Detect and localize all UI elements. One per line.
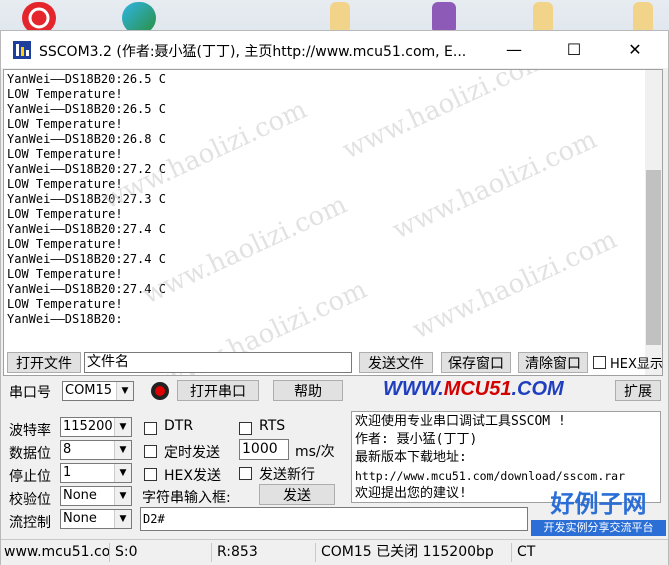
- save-window-button[interactable]: 保存窗口: [441, 352, 511, 373]
- status-cts: CT: [517, 544, 536, 560]
- receive-line: LOW Temperature!: [7, 177, 123, 191]
- sscom-app-icon: [13, 41, 31, 59]
- rts-checkbox[interactable]: [239, 422, 252, 435]
- hex-display-label: HEX显示: [610, 357, 663, 372]
- maximize-button[interactable]: ☐: [552, 31, 596, 68]
- data-bits-label: 数据位: [9, 446, 51, 462]
- chevron-down-icon: ▼: [114, 418, 131, 436]
- status-bar: www.mcu51.cor S:0 R:853 COM15 已关闭 115200…: [1, 539, 668, 565]
- input-label: 字符串输入框:: [142, 490, 231, 506]
- data-bits-value: 8: [63, 442, 72, 457]
- receive-line: YanWei——DS18B20:: [7, 312, 123, 326]
- receive-line: YanWei——DS18B20:26.5 C: [7, 72, 166, 86]
- baud-value: 115200: [63, 419, 113, 434]
- status-received: R:853: [214, 543, 316, 562]
- info-line: 作者: 聂小猛(丁丁): [355, 432, 478, 447]
- status-sent: S:0: [112, 543, 212, 562]
- info-line: 欢迎使用专业串口调试工具SSCOM !: [355, 414, 566, 429]
- clear-window-button[interactable]: 清除窗口: [518, 352, 588, 373]
- receive-line: YanWei——DS18B20:27.2 C: [7, 162, 166, 176]
- port-label: 串口号: [9, 385, 51, 401]
- parity-value: None: [63, 488, 97, 503]
- receive-line: LOW Temperature!: [7, 267, 123, 281]
- info-line: 最新版本下载地址:: [355, 450, 467, 465]
- data-bits-select[interactable]: 8 ▼: [60, 440, 132, 460]
- baud-label: 波特率: [9, 423, 51, 439]
- window-title: SSCOM3.2 (作者:聂小猛(丁丁), 主页http://www.mcu51…: [39, 44, 467, 60]
- chevron-down-icon: ▼: [114, 441, 131, 459]
- receive-line: LOW Temperature!: [7, 147, 123, 161]
- receive-line: LOW Temperature!: [7, 297, 123, 311]
- baud-select[interactable]: 115200 ▼: [60, 417, 132, 437]
- scrollbar-thumb[interactable]: [646, 170, 661, 345]
- hex-display-checkbox[interactable]: [593, 356, 606, 369]
- receive-line: LOW Temperature!: [7, 87, 123, 101]
- parity-label: 校验位: [9, 492, 51, 508]
- receive-line: YanWei——DS18B20:27.4 C: [7, 282, 166, 296]
- send-button[interactable]: 发送: [259, 484, 335, 505]
- receive-line: YanWei——DS18B20:27.4 C: [7, 252, 166, 266]
- timed-send-checkbox[interactable]: [144, 445, 157, 458]
- stop-bits-value: 1: [63, 465, 72, 480]
- dtr-label: DTR: [164, 418, 194, 434]
- stop-bits-label: 停止位: [9, 469, 51, 485]
- flow-control-value: None: [63, 511, 97, 526]
- site-logo: 好例子网 开发实例分享交流平台: [528, 484, 669, 540]
- brand-name: MCU51: [443, 378, 512, 400]
- title-bar[interactable]: SSCOM3.2 (作者:聂小猛(丁丁), 主页http://www.mcu51…: [1, 31, 668, 68]
- flow-control-label: 流控制: [9, 515, 51, 531]
- brand-suffix: .COM: [511, 378, 564, 400]
- send-newline-label: 发送新行: [259, 467, 315, 483]
- flow-control-select[interactable]: None ▼: [60, 509, 132, 529]
- receive-line: LOW Temperature!: [7, 117, 123, 131]
- receive-line: YanWei——DS18B20:26.5 C: [7, 102, 166, 116]
- open-port-button[interactable]: 打开串口: [177, 380, 259, 401]
- site-logo-subtitle: 开发实例分享交流平台: [531, 520, 666, 536]
- receive-line: LOW Temperature!: [7, 207, 123, 221]
- chevron-down-icon: ▼: [114, 464, 131, 482]
- receive-line: YanWei——DS18B20:26.8 C: [7, 132, 166, 146]
- expand-button[interactable]: 扩展: [615, 380, 661, 401]
- timed-send-label: 定时发送: [164, 445, 220, 461]
- interval-unit-label: ms/次: [295, 444, 335, 460]
- open-file-button[interactable]: 打开文件: [7, 352, 81, 373]
- send-file-button[interactable]: 发送文件: [359, 352, 433, 373]
- status-site: www.mcu51.cor: [1, 543, 110, 562]
- port-status-indicator-icon: [151, 382, 169, 400]
- send-input[interactable]: D2#: [140, 507, 528, 531]
- minimize-button[interactable]: —: [492, 31, 536, 68]
- brand-link[interactable]: WWW.MCU51.COM: [383, 378, 564, 401]
- file-name-field[interactable]: 文件名: [84, 352, 352, 373]
- hex-send-checkbox[interactable]: [144, 468, 157, 481]
- dtr-checkbox[interactable]: [144, 422, 157, 435]
- help-button[interactable]: 帮助: [273, 380, 343, 401]
- receive-line: YanWei——DS18B20:27.4 C: [7, 222, 166, 236]
- chevron-down-icon: ▼: [114, 510, 131, 528]
- vertical-scrollbar[interactable]: [645, 70, 662, 375]
- site-logo-title: 好例子网: [550, 489, 647, 518]
- port-value: COM15: [65, 383, 113, 398]
- receive-line: LOW Temperature!: [7, 237, 123, 251]
- port-select[interactable]: COM15 ▼: [62, 381, 134, 401]
- info-link[interactable]: http://www.mcu51.com/download/sscom.rar: [355, 467, 657, 485]
- parity-select[interactable]: None ▼: [60, 486, 132, 506]
- receive-text: YanWei——DS18B20:26.5 C LOW Temperature! Ya…: [4, 70, 662, 329]
- receive-area[interactable]: YanWei——DS18B20:26.5 C LOW Temperature! Ya…: [3, 69, 663, 376]
- send-newline-checkbox[interactable]: [239, 467, 252, 480]
- status-port-state: COM15 已关闭 115200bp: [318, 543, 512, 562]
- chevron-down-icon: ▼: [114, 487, 131, 505]
- rts-label: RTS: [259, 418, 286, 434]
- interval-input[interactable]: 1000: [239, 439, 289, 460]
- hex-send-label: HEX发送: [164, 468, 221, 484]
- brand-prefix: WWW.: [383, 378, 444, 400]
- stop-bits-select[interactable]: 1 ▼: [60, 463, 132, 483]
- chevron-down-icon: ▼: [116, 382, 133, 400]
- receive-line: YanWei——DS18B20:27.3 C: [7, 192, 166, 206]
- close-button[interactable]: ✕: [613, 31, 657, 68]
